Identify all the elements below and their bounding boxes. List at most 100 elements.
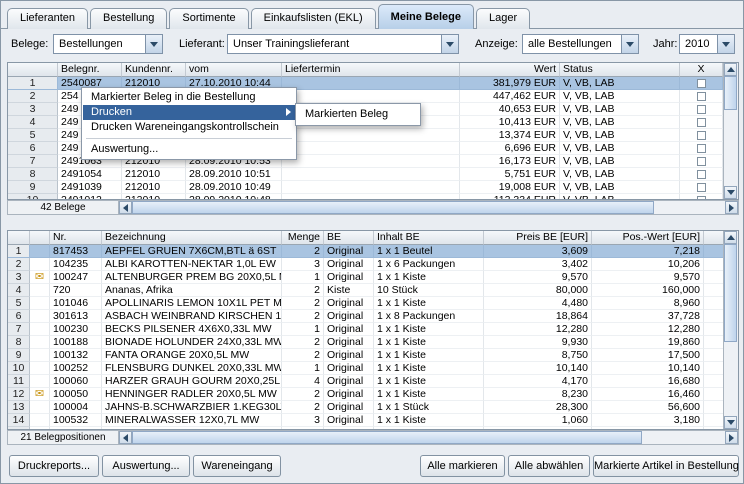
pos-table-row[interactable]: 1817453AEPFEL GRUEN 7X6CM,BTL ä 6ST2Orig…	[8, 245, 723, 258]
menu-item-beleg-in-bestellung[interactable]: Markierter Beleg in die Bestellung	[83, 90, 295, 105]
row-checkbox[interactable]	[697, 92, 706, 101]
row-checkbox[interactable]	[697, 105, 706, 114]
pos-table-row[interactable]: 4720Ananas, Afrika2Kiste10 Stück80,00016…	[8, 284, 723, 297]
row-checkbox[interactable]	[697, 131, 706, 140]
wareneingang-button[interactable]: Wareneingang	[193, 455, 281, 477]
header-x[interactable]: X	[680, 63, 723, 77]
header-mail[interactable]	[30, 231, 50, 245]
header-liefertermin[interactable]: Liefertermin	[282, 63, 460, 77]
tab-lager[interactable]: Lager	[476, 8, 530, 29]
cell-inhalt-be: 1 x 1 Kiste	[374, 388, 484, 401]
alle-markieren-button[interactable]: Alle markieren	[420, 455, 505, 477]
menu-item-auswertung[interactable]: Auswertung...	[83, 142, 295, 157]
cell-wert: 447,462 EUR	[460, 90, 560, 103]
header-menge[interactable]: Menge	[282, 231, 324, 245]
menu-item-drucken[interactable]: Drucken	[83, 105, 295, 120]
doc-hscroll-track[interactable]	[132, 201, 725, 214]
tab-bestellung[interactable]: Bestellung	[90, 8, 167, 29]
belege-dropdown[interactable]: Bestellungen	[53, 34, 163, 54]
row-checkbox[interactable]	[697, 157, 706, 166]
pos-table-row[interactable]: 9100132FANTA ORANGE 20X0,5L MW2Original1…	[8, 349, 723, 362]
pos-vscroll-thumb[interactable]	[724, 244, 737, 342]
pos-vscroll-track[interactable]	[724, 244, 738, 416]
scroll-right-icon[interactable]	[725, 201, 738, 214]
markierte-artikel-button[interactable]: Markierte Artikel in Bestellung	[593, 455, 739, 477]
doc-vscroll-thumb[interactable]	[724, 76, 737, 110]
dropdown-arrow-icon[interactable]	[621, 35, 638, 53]
pos-hscroll-track[interactable]	[132, 431, 725, 444]
row-number: 13	[8, 401, 30, 414]
cell-nr: 100230	[50, 323, 102, 336]
doc-hscroll-thumb[interactable]	[132, 201, 654, 214]
alle-abwaehlen-button[interactable]: Alle abwählen	[508, 455, 590, 477]
tab-sortimente[interactable]: Sortimente	[169, 8, 248, 29]
druckreports-button[interactable]: Druckreports...	[9, 455, 99, 477]
row-checkbox[interactable]	[697, 118, 706, 127]
doc-vertical-scrollbar[interactable]	[723, 63, 738, 199]
scroll-down-icon[interactable]	[724, 416, 737, 429]
header-vom[interactable]: vom	[186, 63, 282, 77]
pos-table-row[interactable]: 8100188BIONADE HOLUNDER 24X0,33L MW2Orig…	[8, 336, 723, 349]
cell-mail	[30, 362, 50, 375]
pos-table-row[interactable]: 11100060HARZER GRAUH GOURM 20X0,25L MW4O…	[8, 375, 723, 388]
doc-table-row[interactable]: 9249103921201028.09.2010 10:4919,008 EUR…	[8, 181, 723, 194]
scroll-up-icon[interactable]	[724, 231, 737, 244]
row-checkbox[interactable]	[697, 144, 706, 153]
scroll-left-icon[interactable]	[119, 201, 132, 214]
cell-nr: 100532	[50, 414, 102, 427]
pos-table-row[interactable]: 6301613ASBACH WEINBRAND KIRSCHEN 100G2Or…	[8, 310, 723, 323]
doc-table-row[interactable]: 8249105421201028.09.2010 10:515,751 EURV…	[8, 168, 723, 181]
row-checkbox[interactable]	[697, 79, 706, 88]
row-checkbox[interactable]	[697, 183, 706, 192]
scroll-left-icon[interactable]	[119, 431, 132, 444]
pos-table-row[interactable]: 10100252FLENSBURG DUNKEL 20X0,33L MW1Ori…	[8, 362, 723, 375]
cell-bezeichnung: HARZER GRAUH GOURM 20X0,25L MW	[102, 375, 282, 388]
cell-nr: 100252	[50, 362, 102, 375]
header-nr[interactable]: Nr.	[50, 231, 102, 245]
scroll-right-icon[interactable]	[725, 431, 738, 444]
dropdown-arrow-icon[interactable]	[145, 35, 162, 53]
cell-inhalt-be: 1 x 1 Kiste	[374, 336, 484, 349]
pos-table-row[interactable]: 2104235ALBI KAROTTEN-NEKTAR 1,0L EW3Orig…	[8, 258, 723, 271]
auswertung-button[interactable]: Auswertung...	[102, 455, 190, 477]
pos-table-row[interactable]: 13100004JAHNS-B.SCHWARZBIER 1.KEG30LTR2O…	[8, 401, 723, 414]
header-inhalt-be[interactable]: Inhalt BE	[374, 231, 484, 245]
header-preis-be[interactable]: Preis BE [EUR]	[484, 231, 592, 245]
cell-x	[680, 129, 723, 142]
jahr-dropdown[interactable]: 2010	[679, 34, 735, 54]
tab-lieferanten[interactable]: Lieferanten	[7, 8, 88, 29]
pos-table-row[interactable]: 3✉100247ALTENBURGER PREM BG 20X0,5L MW1O…	[8, 271, 723, 284]
tab-einkaufslisten[interactable]: Einkaufslisten (EKL)	[251, 8, 376, 29]
doc-horizontal-scrollbar[interactable]	[119, 200, 739, 215]
tab-meine-belege[interactable]: Meine Belege	[378, 4, 474, 29]
row-number: 5	[8, 297, 30, 310]
dropdown-arrow-icon[interactable]	[441, 35, 458, 53]
doc-vscroll-track[interactable]	[724, 76, 738, 186]
pos-vertical-scrollbar[interactable]	[723, 231, 738, 429]
pos-table-row[interactable]: 5101046APOLLINARIS LEMON 10X1L PET MW2Or…	[8, 297, 723, 310]
scroll-down-icon[interactable]	[724, 186, 737, 199]
cell-liefertermin	[282, 181, 460, 194]
submenu-item-markierten-beleg[interactable]: Markierten Beleg	[297, 106, 419, 123]
pos-table-row[interactable]: 12✉100050HENNINGER RADLER 20X0,5L MW2Ori…	[8, 388, 723, 401]
header-kundennr[interactable]: Kundennr.	[122, 63, 186, 77]
pos-table-row[interactable]: 14100532MINERALWASSER 12X0,7L MW3Origina…	[8, 414, 723, 427]
header-belegnr[interactable]: Belegnr.	[58, 63, 122, 77]
pos-horizontal-scrollbar[interactable]	[119, 430, 739, 445]
menu-item-drucken-kontrollschein[interactable]: Drucken Wareneingangskontrollschein	[83, 120, 295, 135]
header-status[interactable]: Status	[560, 63, 680, 77]
header-wert[interactable]: Wert	[460, 63, 560, 77]
scroll-up-icon[interactable]	[724, 63, 737, 76]
header-pos-wert[interactable]: Pos.-Wert [EUR]	[592, 231, 704, 245]
header-bezeichnung[interactable]: Bezeichnung	[102, 231, 282, 245]
header-be[interactable]: BE	[324, 231, 374, 245]
header-rownum[interactable]	[8, 231, 30, 245]
pos-hscroll-thumb[interactable]	[132, 431, 642, 444]
pos-table-row[interactable]: 7100230BECKS PILSENER 4X6X0,33L MW1Origi…	[8, 323, 723, 336]
anzeige-dropdown[interactable]: alle Bestellungen	[522, 34, 639, 54]
cell-be: Original	[324, 310, 374, 323]
header-rownum[interactable]	[8, 63, 58, 77]
lieferant-dropdown[interactable]: Unser Trainingslieferant	[227, 34, 459, 54]
row-checkbox[interactable]	[697, 170, 706, 179]
dropdown-arrow-icon[interactable]	[717, 35, 734, 53]
